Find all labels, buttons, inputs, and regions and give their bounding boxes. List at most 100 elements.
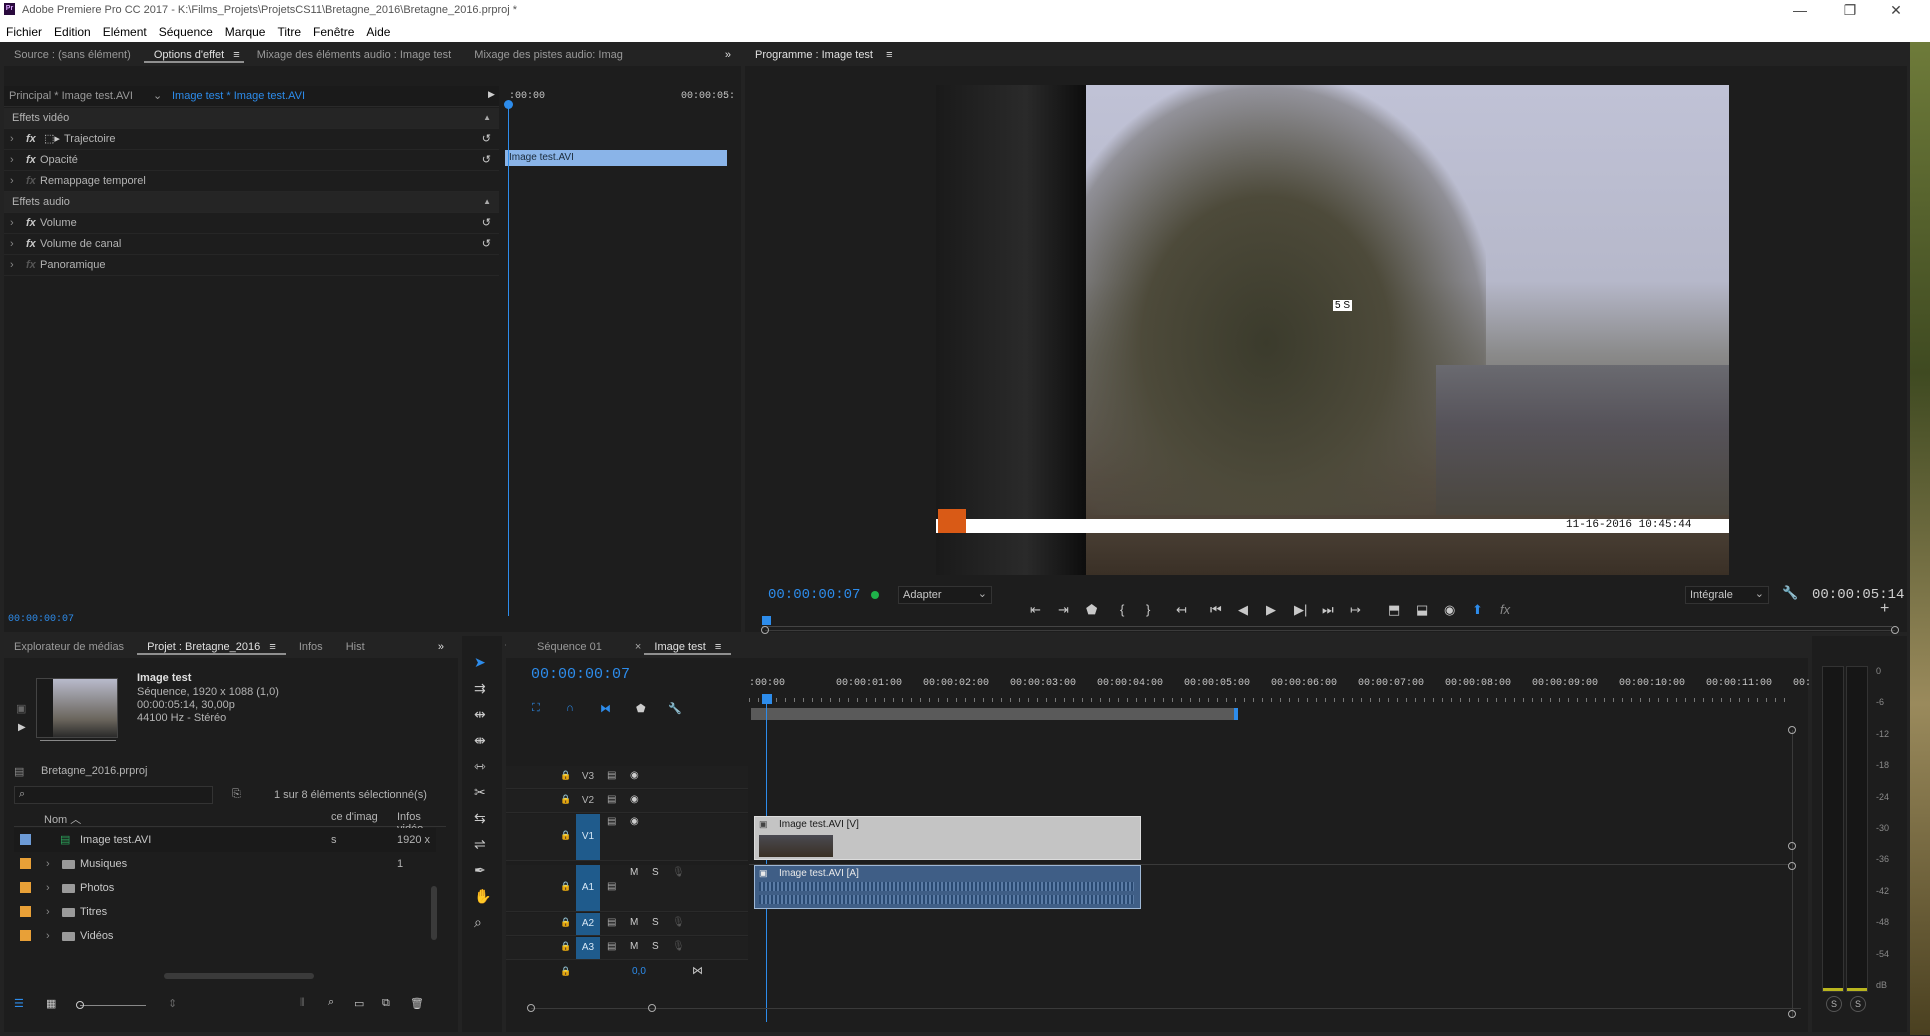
icon-view-icon[interactable]: ▦ xyxy=(46,997,56,1010)
v-scroll-mid-handle[interactable] xyxy=(1788,842,1796,850)
linked-selection-icon[interactable]: ⧓ xyxy=(600,702,611,715)
effect-row-volume-canal[interactable]: › fx Volume de canal ↺ xyxy=(4,234,499,255)
zoom-select[interactable]: Adapter ⌄ xyxy=(898,586,992,604)
sync-lock-icon[interactable]: ▤ xyxy=(607,941,616,952)
mute-button[interactable]: M xyxy=(630,867,638,878)
effect-row-trajectoire[interactable]: › fx Trajectoire ⬚▸ ↺ xyxy=(4,129,499,150)
current-clip-label[interactable]: Image test * Image test.AVI xyxy=(172,90,305,102)
sort-icon[interactable]: ⇕ xyxy=(168,997,177,1010)
slide-tool-icon[interactable]: ⇌ xyxy=(474,836,486,853)
tab-image-test[interactable]: Image test ≡ xyxy=(644,636,732,655)
program-timecode[interactable]: 00:00:00:07 xyxy=(768,587,860,603)
work-area-end-handle[interactable] xyxy=(1234,708,1238,720)
step-forward-frame-icon[interactable]: ▶| xyxy=(1294,602,1307,618)
project-item[interactable]: › Photos xyxy=(14,876,436,900)
expand-arrow-icon[interactable]: › xyxy=(10,234,14,254)
preview-thumbnail[interactable] xyxy=(36,678,118,738)
video-effects-header[interactable]: Effets vidéo ▲ xyxy=(4,108,499,129)
project-item[interactable]: ▤ Image test.AVI s 1920 x 1 xyxy=(14,828,436,870)
fx-toggle-icon[interactable]: fx xyxy=(26,171,36,191)
audio-effects-header[interactable]: Effets audio ▲ xyxy=(4,192,499,213)
voiceover-mic-icon[interactable]: 🎙 xyxy=(672,917,685,928)
expand-arrow-icon[interactable]: › xyxy=(46,876,50,900)
menu-item-3[interactable]: Séquence xyxy=(153,22,219,39)
expand-arrow-icon[interactable]: › xyxy=(46,900,50,924)
reset-icon[interactable]: ↺ xyxy=(482,129,491,149)
track-header-v3[interactable]: 🔒 V3 ▤ ◉ xyxy=(506,766,748,789)
eye-icon[interactable]: ◉ xyxy=(630,816,639,827)
in-bracket-icon[interactable]: { xyxy=(1120,602,1124,617)
collapse-icon[interactable]: ▲ xyxy=(483,108,491,128)
mute-button[interactable]: M xyxy=(630,941,638,952)
reset-icon[interactable]: ↺ xyxy=(482,234,491,254)
play-audio-icon[interactable]: ▶ xyxy=(488,89,495,100)
lock-icon[interactable]: 🔒 xyxy=(560,794,571,805)
quality-select[interactable]: Intégrale ⌄ xyxy=(1685,586,1769,604)
menu-item-0[interactable]: Fichier xyxy=(0,22,48,39)
effect-timecode[interactable]: 00:00:00:07 xyxy=(8,614,74,625)
mini-playhead-handle[interactable] xyxy=(504,100,513,109)
zoom-scrollbar[interactable] xyxy=(761,626,1899,634)
go-to-end-icon[interactable]: ⋈ xyxy=(692,964,703,977)
add-button[interactable]: + xyxy=(1880,600,1889,618)
column-name[interactable]: Nom ︿ xyxy=(44,811,81,827)
lock-icon[interactable]: 🔒 xyxy=(560,966,571,977)
snap-magnet-icon[interactable]: ∩ xyxy=(566,702,574,714)
fx-toggle-icon[interactable]: fx xyxy=(26,129,36,149)
program-video-frame[interactable]: 5 S 11-16-2016 10:45:44 xyxy=(936,85,1729,575)
timeline-settings-wrench-icon[interactable]: 🔧 xyxy=(668,702,682,715)
selection-tool-icon[interactable]: ➤ xyxy=(474,654,486,671)
scroll-right-handle[interactable] xyxy=(1891,626,1899,634)
expand-arrow-icon[interactable]: › xyxy=(10,255,14,275)
solo-right-button[interactable]: S xyxy=(1850,996,1866,1012)
panel-menu-icon[interactable]: ≡ xyxy=(709,641,721,653)
panel-menu-icon[interactable]: ≡ xyxy=(227,49,239,61)
label-color-swatch[interactable] xyxy=(20,882,31,893)
project-vertical-scrollbar[interactable] xyxy=(431,886,437,940)
mute-button[interactable]: M xyxy=(630,917,638,928)
transform-handle-icon[interactable]: ⬚▸ xyxy=(44,129,60,149)
solo-button[interactable]: S xyxy=(652,941,659,952)
master-volume-value[interactable]: 0,0 xyxy=(632,966,646,977)
video-clip[interactable]: ▣ Image test.AVI [V] xyxy=(754,816,1141,860)
reset-icon[interactable]: ↺ xyxy=(482,213,491,233)
panel-overflow-icon[interactable]: » xyxy=(715,44,741,61)
razor-tool-icon[interactable]: ✂ xyxy=(474,784,486,801)
timeline-ruler[interactable]: :00:00 00:00:01:00 00:00:02:00 00:00:03:00 0… xyxy=(749,678,1811,706)
expand-arrow-icon[interactable]: › xyxy=(10,150,14,170)
track-header-a3[interactable]: 🔒 A3 ▤ M S 🎙 xyxy=(506,937,748,960)
zoom-slider-handle[interactable] xyxy=(76,1001,84,1009)
project-item[interactable]: › Musiques xyxy=(14,852,436,876)
panel-menu-icon[interactable]: ≡ xyxy=(263,641,275,653)
tab-track-audio-mixer[interactable]: Mixage des pistes audio: Imag xyxy=(464,44,633,61)
tab-history[interactable]: Hist xyxy=(336,636,375,653)
track-header-v2[interactable]: 🔒 V2 ▤ ◉ xyxy=(506,790,748,813)
marker-icon[interactable]: ⬟ xyxy=(1086,602,1097,618)
step-forward-icon[interactable]: ⏭ xyxy=(1322,602,1334,618)
panel-overflow-icon[interactable]: » xyxy=(428,636,454,653)
list-view-icon[interactable]: ☰ xyxy=(14,997,24,1010)
reset-icon[interactable]: ↺ xyxy=(482,150,491,170)
fx-toggle-icon[interactable]: fx xyxy=(26,150,36,170)
rate-stretch-tool-icon[interactable]: ⇿ xyxy=(474,758,486,775)
nest-icon[interactable]: ⛶ xyxy=(532,702,540,715)
extract-icon[interactable]: ⬓ xyxy=(1416,602,1428,618)
pen-tool-icon[interactable]: ✒ xyxy=(474,862,486,879)
menu-item-1[interactable]: Edition xyxy=(48,22,97,39)
eye-icon[interactable]: ◉ xyxy=(630,794,639,805)
tab-effect-options[interactable]: Options d'effet ≡ xyxy=(143,44,244,63)
tab-project[interactable]: Projet : Bretagne_2016 ≡ xyxy=(137,636,286,655)
sync-lock-icon[interactable]: ▤ xyxy=(607,794,616,805)
track-label[interactable]: A2 xyxy=(576,913,600,935)
expand-arrow-icon[interactable]: › xyxy=(10,171,14,191)
expand-arrow-icon[interactable]: › xyxy=(10,129,14,149)
sync-lock-icon[interactable]: ▤ xyxy=(607,816,616,827)
track-header-v1[interactable]: 🔒 V1 ▤ ◉ xyxy=(506,814,748,861)
timeline-playhead-handle[interactable] xyxy=(762,694,772,704)
go-to-in-icon[interactable]: ↤ xyxy=(1176,602,1187,618)
scroll-left-handle[interactable] xyxy=(761,626,769,634)
mark-in-icon[interactable]: ⇤ xyxy=(1030,602,1041,618)
v-scroll-top-handle[interactable] xyxy=(1788,726,1796,734)
automate-icon[interactable]: ⫴ xyxy=(300,997,305,1010)
h-scroll-left-handle[interactable] xyxy=(527,1004,535,1012)
